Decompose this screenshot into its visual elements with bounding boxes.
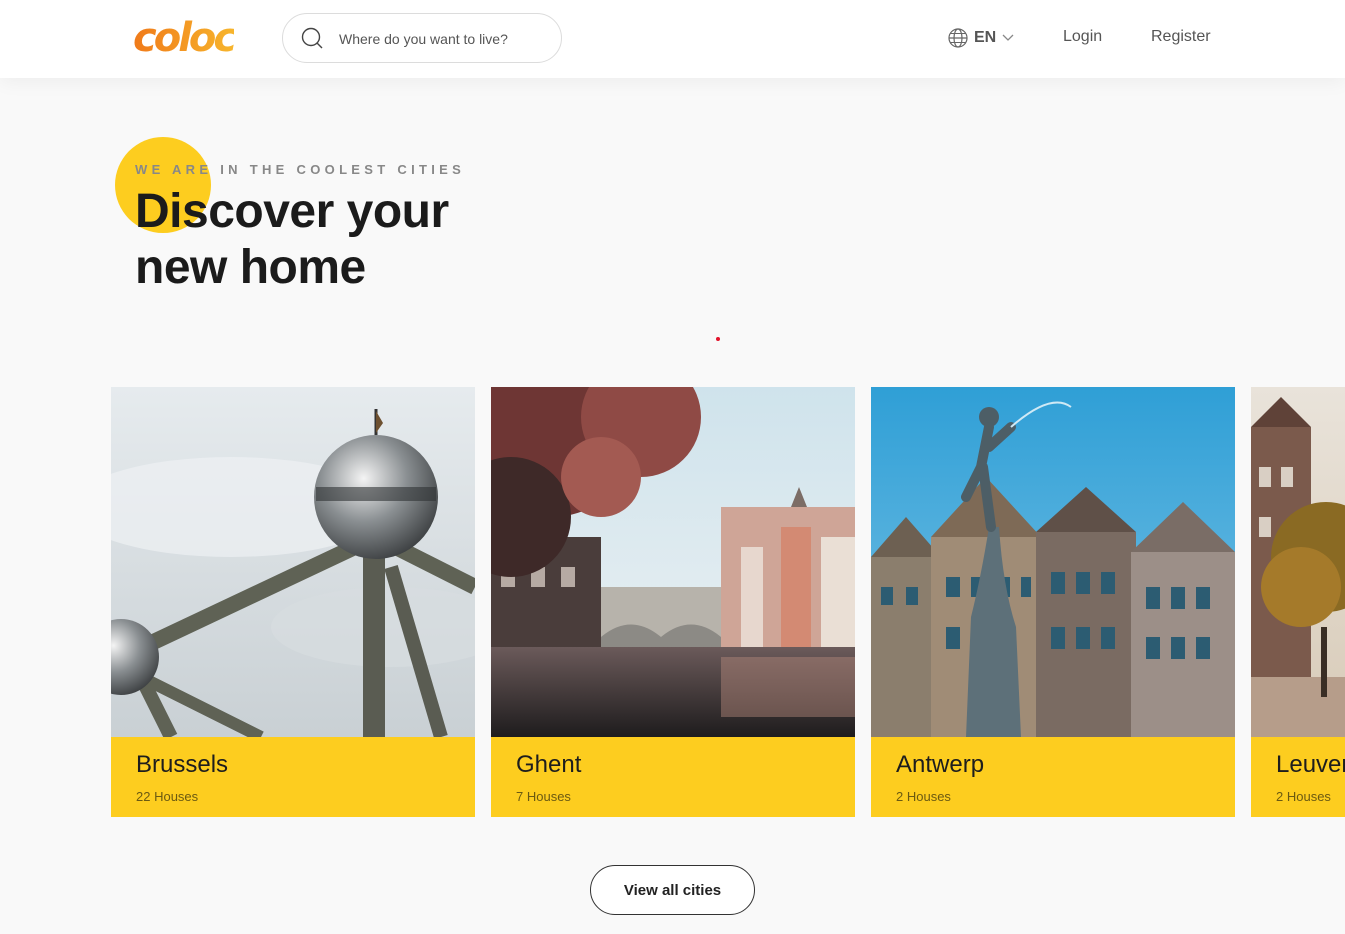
hero-eyebrow: WE ARE IN THE COOLEST CITIES bbox=[135, 162, 466, 177]
globe-icon bbox=[948, 28, 968, 48]
city-card-ghent[interactable]: Ghent 7 Houses bbox=[491, 387, 855, 817]
city-house-count: 2 Houses bbox=[1276, 789, 1331, 804]
register-link[interactable]: Register bbox=[1151, 28, 1211, 46]
language-selector[interactable]: EN bbox=[948, 27, 1014, 49]
search-bar[interactable] bbox=[282, 13, 562, 63]
top-navbar: coloc EN Login Register bbox=[0, 0, 1345, 78]
city-card-footer: Ghent 7 Houses bbox=[491, 737, 855, 817]
headline-line-1: Discover your bbox=[135, 185, 449, 238]
city-house-count: 2 Houses bbox=[896, 789, 951, 804]
indicator-dot bbox=[716, 337, 720, 341]
city-card-brussels[interactable]: Brussels 22 Houses bbox=[111, 387, 475, 817]
city-card-footer: Leuven 2 Houses bbox=[1251, 737, 1345, 817]
leuven-street-image bbox=[1251, 387, 1345, 737]
coloc-logo[interactable]: coloc bbox=[133, 16, 237, 60]
view-all-cities-button[interactable]: View all cities bbox=[590, 865, 755, 915]
chevron-down-icon bbox=[1002, 34, 1014, 41]
city-card-leuven[interactable]: Leuven 2 Houses bbox=[1251, 387, 1345, 817]
search-icon bbox=[301, 27, 323, 49]
search-input[interactable] bbox=[339, 28, 549, 50]
headline-line-2: new home bbox=[135, 241, 366, 294]
city-card-antwerp[interactable]: Antwerp 2 Houses bbox=[871, 387, 1235, 817]
city-name: Ghent bbox=[516, 751, 582, 778]
hero-headline: Discover your new home bbox=[135, 184, 555, 296]
brussels-atomium-image bbox=[111, 387, 475, 737]
language-label: EN bbox=[974, 29, 997, 46]
city-name: Antwerp bbox=[896, 751, 985, 778]
city-card-footer: Brussels 22 Houses bbox=[111, 737, 475, 817]
city-house-count: 7 Houses bbox=[516, 789, 571, 804]
login-link[interactable]: Login bbox=[1063, 28, 1102, 46]
ghent-canal-image bbox=[491, 387, 855, 737]
city-house-count: 22 Houses bbox=[136, 789, 199, 804]
city-card-footer: Antwerp 2 Houses bbox=[871, 737, 1235, 817]
city-name: Leuven bbox=[1276, 751, 1345, 778]
antwerp-square-image bbox=[871, 387, 1235, 737]
city-name: Brussels bbox=[136, 751, 229, 778]
